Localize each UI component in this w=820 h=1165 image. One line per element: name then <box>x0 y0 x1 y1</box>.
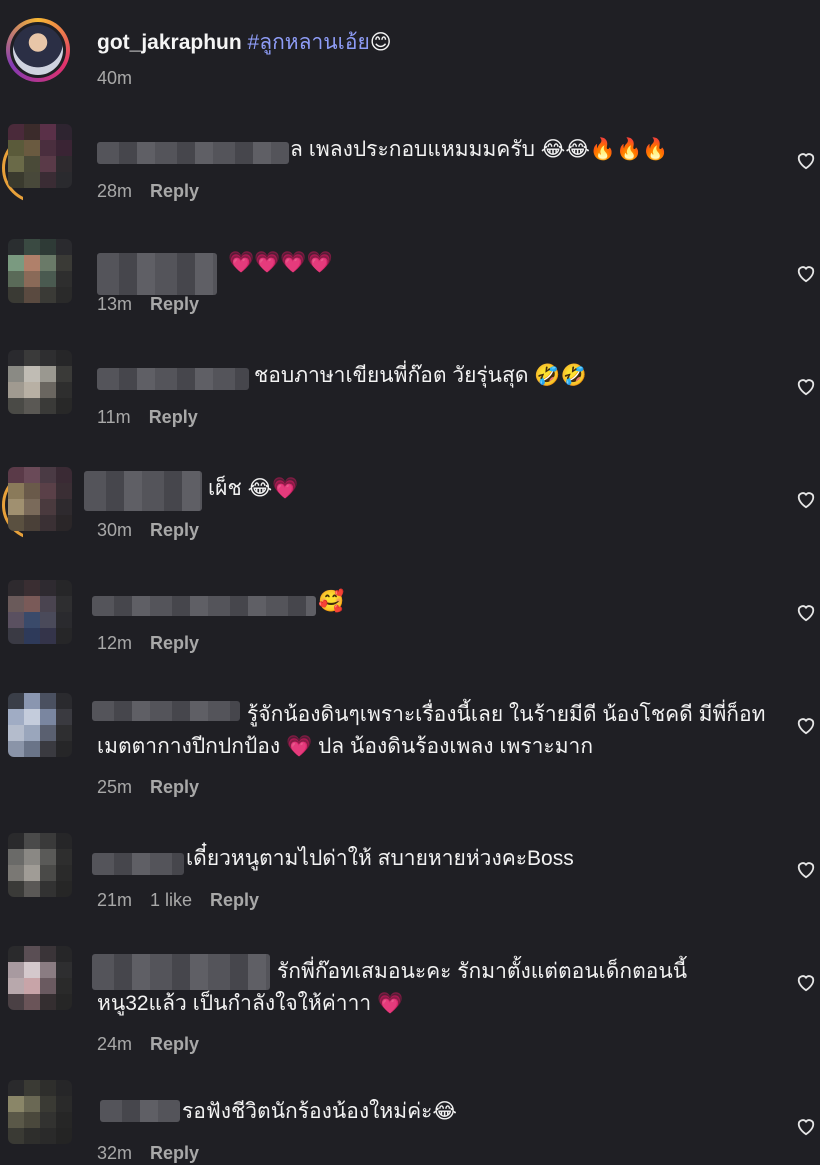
comment-item: 💗💗💗💗 13m Reply <box>0 231 820 331</box>
comment-time: 13m <box>97 294 133 314</box>
comment-text: ล เพลงประกอบแหมมมครับ 😂😂🔥🔥🔥 <box>290 138 669 161</box>
comment-time: 24m <box>97 1034 133 1054</box>
heart-icon[interactable] <box>795 972 817 992</box>
reply-button[interactable]: Reply <box>150 1143 199 1163</box>
comment-text: เดี๋ยวหนูตามไปด่าให้ สบายหายห่วงคะBoss <box>186 847 574 870</box>
reply-button[interactable]: Reply <box>150 520 199 540</box>
heart-icon[interactable] <box>795 859 817 879</box>
comment-item: รักพี่ก๊อทเสมอนะคะ รักมาตั้งแต่ตอนเด็กตอ… <box>0 940 820 1070</box>
comment-time: 11m <box>97 407 131 427</box>
blurred-username[interactable] <box>97 368 249 390</box>
username-link[interactable]: got_jakraphun <box>97 31 242 54</box>
caption-emoji: 😊 <box>369 31 392 54</box>
post-time: 40m <box>97 68 133 88</box>
comment-item: เดี๋ยวหนูตามไปด่าให้ สบายหายห่วงคะBoss 2… <box>0 827 820 927</box>
blurred-username[interactable] <box>100 1100 180 1122</box>
heart-icon[interactable] <box>795 489 817 509</box>
comment-text: เผ็ช 😂💗 <box>208 477 299 500</box>
commenter-avatar[interactable] <box>8 833 72 897</box>
comment-time: 12m <box>97 633 133 653</box>
comment-item: ชอบภาษาเขียนพี่ก๊อต วัยรุ่นสุด 🤣🤣 11m Rep… <box>0 344 820 444</box>
blurred-username[interactable] <box>92 853 184 875</box>
blurred-username[interactable] <box>97 253 217 295</box>
comment-text: 💗💗💗💗 <box>228 251 333 274</box>
reply-button[interactable]: Reply <box>210 890 259 910</box>
reply-button[interactable]: Reply <box>150 633 199 653</box>
reply-button[interactable]: Reply <box>150 777 199 797</box>
post-caption: got_jakraphun #ลูกหลานเอ้ย😊 40m <box>0 0 820 110</box>
reply-button[interactable]: Reply <box>150 181 199 201</box>
commenter-avatar[interactable] <box>8 693 72 757</box>
heart-icon[interactable] <box>795 150 817 170</box>
comment-time: 25m <box>97 777 133 797</box>
comment-item: รู้จักน้องดินๆเพราะเรื่องนี้เลย ในร้ายมี… <box>0 683 820 823</box>
heart-icon[interactable] <box>795 263 817 283</box>
comment-time: 21m <box>97 890 133 910</box>
commenter-avatar[interactable] <box>8 124 72 188</box>
poster-avatar[interactable] <box>6 18 70 82</box>
commenter-avatar[interactable] <box>8 580 72 644</box>
heart-icon[interactable] <box>795 376 817 396</box>
hashtag-link[interactable]: #ลูกหลานเอ้ย <box>248 31 370 54</box>
blurred-username[interactable] <box>84 471 202 511</box>
comment-text: รักพี่ก๊อทเสมอนะคะ รักมาตั้งแต่ตอนเด็กตอ… <box>97 960 688 1015</box>
comment-text: รู้จักน้องดินๆเพราะเรื่องนี้เลย ในร้ายมี… <box>97 703 766 758</box>
commenter-avatar[interactable] <box>8 239 72 303</box>
comment-item: ล เพลงประกอบแหมมมครับ 😂😂🔥🔥🔥 28m Reply <box>0 118 820 218</box>
avatar-photo <box>13 25 63 75</box>
comment-text: ชอบภาษาเขียนพี่ก๊อต วัยรุ่นสุด 🤣🤣 <box>254 364 587 387</box>
commenter-avatar[interactable] <box>8 946 72 1010</box>
blurred-username[interactable] <box>97 142 289 164</box>
commenter-avatar[interactable] <box>8 350 72 414</box>
comment-item: 🥰 12m Reply <box>0 570 820 670</box>
comment-text: รอฟังชีวิตนักร้องน้องใหม่ค่ะ😂 <box>182 1100 457 1123</box>
caption-line: got_jakraphun #ลูกหลานเอ้ย😊 <box>97 26 392 59</box>
blurred-username[interactable] <box>92 596 316 616</box>
reply-button[interactable]: Reply <box>150 1034 199 1054</box>
commenter-avatar[interactable] <box>8 1080 72 1144</box>
commenter-avatar[interactable] <box>8 467 72 531</box>
like-count[interactable]: 1 like <box>150 890 192 910</box>
comment-time: 28m <box>97 181 133 201</box>
comment-item: เผ็ช 😂💗 30m Reply <box>0 457 820 557</box>
comment-text: 🥰 <box>318 590 345 613</box>
comment-time: 32m <box>97 1143 133 1163</box>
heart-icon[interactable] <box>795 602 817 622</box>
comment-time: 30m <box>97 520 133 540</box>
comment-item: รอฟังชีวิตนักร้องน้องใหม่ค่ะ😂 32m Reply <box>0 1080 820 1165</box>
heart-icon[interactable] <box>795 715 817 735</box>
reply-button[interactable]: Reply <box>150 294 199 314</box>
heart-icon[interactable] <box>795 1116 817 1136</box>
reply-button[interactable]: Reply <box>149 407 198 427</box>
